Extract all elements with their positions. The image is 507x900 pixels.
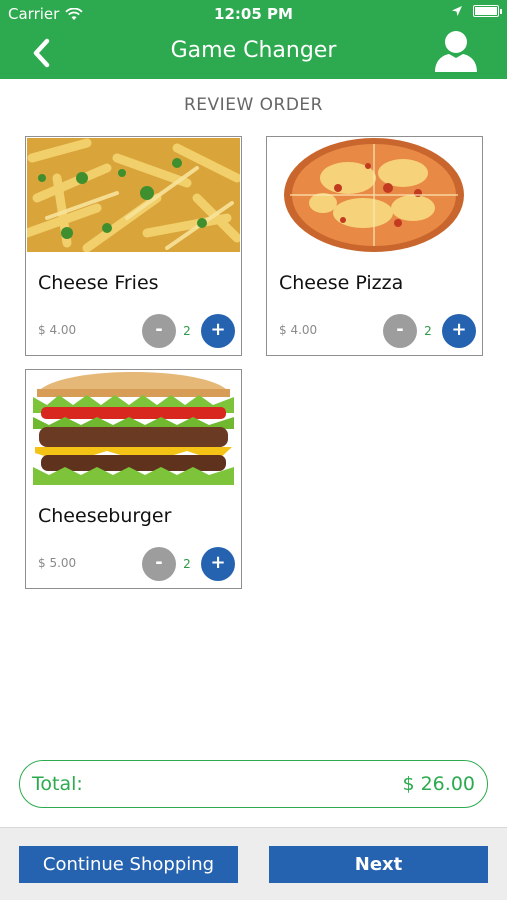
status-time: 12:05 PM <box>214 5 293 23</box>
location-arrow-icon <box>452 6 462 16</box>
cheese-pizza-image <box>268 138 481 252</box>
battery-icon <box>473 5 502 17</box>
increase-quantity-button[interactable]: + <box>201 547 235 581</box>
quantity-value: 2 <box>183 324 191 338</box>
continue-shopping-button[interactable]: Continue Shopping <box>19 846 238 883</box>
increase-quantity-button[interactable]: + <box>442 314 476 348</box>
decrease-quantity-button[interactable]: - <box>142 547 176 581</box>
status-right-icons <box>451 5 502 17</box>
quantity-value: 2 <box>424 324 432 338</box>
product-card-cheeseburger: Cheeseburger $ 5.00 - 2 + <box>25 369 242 589</box>
total-value: $ 26.00 <box>402 773 475 795</box>
product-name: Cheeseburger <box>38 505 172 527</box>
decrease-quantity-button[interactable]: - <box>383 314 417 348</box>
product-name: Cheese Fries <box>38 272 159 294</box>
product-price: $ 5.00 <box>38 556 77 570</box>
order-total: Total: $ 26.00 <box>19 760 488 808</box>
user-profile-icon[interactable] <box>433 30 479 72</box>
cheese-fries-image <box>27 138 240 252</box>
app-title: Game Changer <box>170 38 337 63</box>
status-bar: Carrier 12:05 PM <box>0 0 507 28</box>
header-bar: Carrier 12:05 PM Game Changer <box>0 0 507 79</box>
product-name: Cheese Pizza <box>279 272 404 294</box>
cheeseburger-image <box>27 371 240 485</box>
increase-quantity-button[interactable]: + <box>201 314 235 348</box>
next-button[interactable]: Next <box>269 846 488 883</box>
total-label: Total: <box>32 773 83 795</box>
product-price: $ 4.00 <box>38 323 77 337</box>
review-order-title: REVIEW ORDER <box>184 95 323 115</box>
footer-bar: Continue Shopping Next <box>0 827 507 900</box>
decrease-quantity-button[interactable]: - <box>142 314 176 348</box>
product-card-cheese-pizza: Cheese Pizza $ 4.00 - 2 + <box>266 136 483 356</box>
navigation-bar: Game Changer <box>0 28 507 79</box>
product-price: $ 4.00 <box>279 323 318 337</box>
product-card-cheese-fries: Cheese Fries $ 4.00 - 2 + <box>25 136 242 356</box>
quantity-value: 2 <box>183 557 191 571</box>
